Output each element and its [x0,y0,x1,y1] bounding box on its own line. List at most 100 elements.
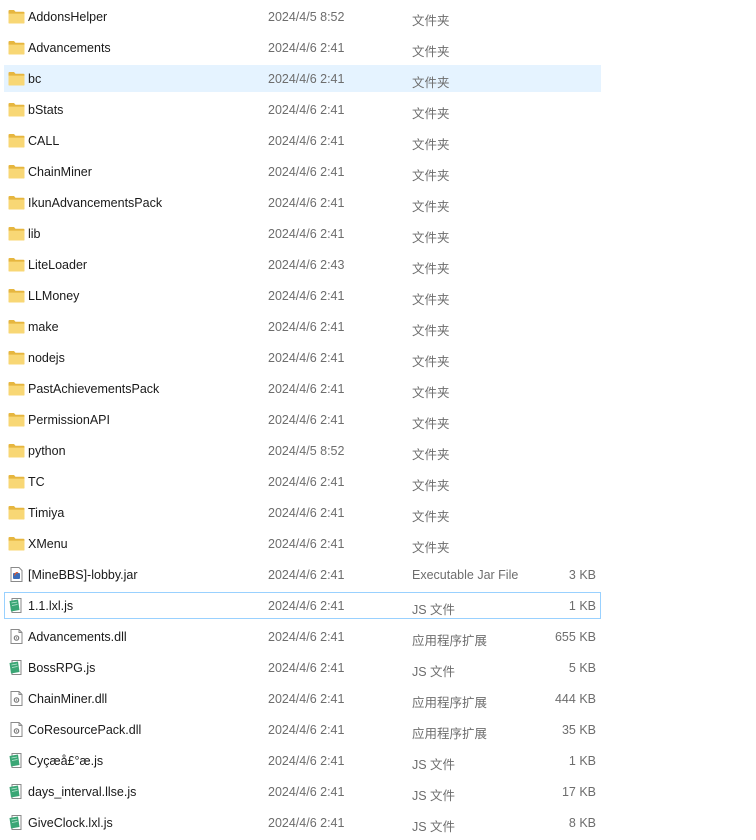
file-type: 文件夹 [412,138,450,152]
folder-icon [8,164,25,179]
file-row[interactable]: Advancements 2024/4/6 2:41 文件夹 [4,34,601,61]
file-type: JS 文件 [412,665,456,679]
file-type: JS 文件 [412,820,456,834]
file-row[interactable]: python 2024/4/5 8:52 文件夹 [4,437,601,464]
file-type: 文件夹 [412,386,450,400]
file-name: CALL [28,134,60,148]
file-row[interactable]: CALL 2024/4/6 2:41 文件夹 [4,127,601,154]
file-modified-date: 2024/4/6 2:41 [268,41,345,55]
file-row[interactable]: days_interval.llse.js 2024/4/6 2:41 JS 文件 1… [4,778,601,805]
file-row[interactable]: ChainMiner.dll 2024/4/6 2:41 应用程序扩展 444 KB [4,685,601,712]
file-modified-date: 2024/4/6 2:41 [268,568,345,582]
file-size: 8 KB [568,816,596,830]
file-type: 文件夹 [412,324,450,338]
file-name: Timiya [28,506,65,520]
file-type: 文件夹 [412,231,450,245]
folder-icon [8,102,25,117]
file-modified-date: 2024/4/6 2:41 [268,382,345,396]
file-type: JS 文件 [412,603,456,617]
js-file-icon [8,784,25,799]
file-name: GiveClock.lxl.js [28,816,113,830]
file-row[interactable]: Timiya 2024/4/6 2:41 文件夹 [4,499,601,526]
file-type: 文件夹 [412,510,450,524]
file-row[interactable]: Advancements.dll 2024/4/6 2:41 应用程序扩展 655 K… [4,623,601,650]
js-file-icon [8,753,25,768]
file-modified-date: 2024/4/6 2:41 [268,134,345,148]
file-name: LiteLoader [28,258,88,272]
file-modified-date: 2024/4/6 2:41 [268,103,345,117]
file-row[interactable]: XMenu 2024/4/6 2:41 文件夹 [4,530,601,557]
file-name: ChainMiner [28,165,92,179]
file-modified-date: 2024/4/6 2:41 [268,816,345,830]
file-name: BossRPG.js [28,661,96,675]
file-type: 文件夹 [412,355,450,369]
file-row[interactable]: lib 2024/4/6 2:41 文件夹 [4,220,601,247]
file-size: 5 KB [568,661,596,675]
file-type: 文件夹 [412,541,450,555]
file-name: XMenu [28,537,68,551]
file-modified-date: 2024/4/6 2:41 [268,723,345,737]
file-modified-date: 2024/4/6 2:41 [268,196,345,210]
file-row[interactable]: bc 2024/4/6 2:41 文件夹 [4,65,601,92]
folder-icon [8,226,25,241]
file-list: AddonsHelper 2024/4/5 8:52 文件夹 Advancements… [0,3,756,840]
folder-icon [8,474,25,489]
file-row[interactable]: AddonsHelper 2024/4/5 8:52 文件夹 [4,3,601,30]
file-row[interactable]: [MineBBS]-lobby.jar 2024/4/6 2:41 Executab… [4,561,601,588]
folder-icon [8,443,25,458]
js-file-icon [8,815,25,830]
file-row[interactable]: nodejs 2024/4/6 2:41 文件夹 [4,344,601,371]
folder-icon [8,412,25,427]
file-size: 1 KB [568,754,596,768]
file-modified-date: 2024/4/6 2:41 [268,351,345,365]
file-size: 1 KB [568,599,596,613]
dll-file-icon [8,629,25,644]
file-modified-date: 2024/4/5 8:52 [268,444,345,458]
folder-icon [8,133,25,148]
file-row[interactable]: 1.1.lxl.js 2024/4/6 2:41 JS 文件 1 KB [4,592,601,619]
file-name: bc [28,72,42,86]
file-modified-date: 2024/4/6 2:41 [268,785,345,799]
file-type: 文件夹 [412,107,450,121]
file-name: python [28,444,66,458]
file-row[interactable]: PastAchievementsPack 2024/4/6 2:41 文件夹 [4,375,601,402]
file-type: 文件夹 [412,14,450,28]
file-name: PastAchievementsPack [28,382,160,396]
file-name: bStats [28,103,64,117]
file-row[interactable]: GiveClock.lxl.js 2024/4/6 2:41 JS 文件 8 KB [4,809,601,836]
jar-file-icon [8,567,25,582]
file-type: 文件夹 [412,479,450,493]
file-type: 文件夹 [412,200,450,214]
file-row[interactable]: BossRPG.js 2024/4/6 2:41 JS 文件 5 KB [4,654,601,681]
file-modified-date: 2024/4/6 2:41 [268,506,345,520]
folder-icon [8,195,25,210]
file-modified-date: 2024/4/6 2:41 [268,692,345,706]
file-type: 文件夹 [412,448,450,462]
folder-icon [8,350,25,365]
file-size: 17 KB [561,785,596,799]
file-row[interactable]: TC 2024/4/6 2:41 文件夹 [4,468,601,495]
file-modified-date: 2024/4/6 2:41 [268,475,345,489]
file-row[interactable]: ChainMiner 2024/4/6 2:41 文件夹 [4,158,601,185]
file-row[interactable]: IkunAdvancementsPack 2024/4/6 2:41 文件夹 [4,189,601,216]
file-row[interactable]: LLMoney 2024/4/6 2:41 文件夹 [4,282,601,309]
file-row[interactable]: bStats 2024/4/6 2:41 文件夹 [4,96,601,123]
file-row[interactable]: CoResourcePack.dll 2024/4/6 2:41 应用程序扩展 35 … [4,716,601,743]
file-modified-date: 2024/4/6 2:41 [268,320,345,334]
dll-file-icon [8,722,25,737]
file-name: [MineBBS]-lobby.jar [28,568,138,582]
file-type: 应用程序扩展 [412,634,488,648]
file-name: Cyçæå£°æ.js [28,754,104,768]
file-row[interactable]: LiteLoader 2024/4/6 2:43 文件夹 [4,251,601,278]
file-type: 文件夹 [412,262,450,276]
file-row[interactable]: Cyçæå£°æ.js 2024/4/6 2:41 JS 文件 1 KB [4,747,601,774]
file-modified-date: 2024/4/6 2:41 [268,72,345,86]
file-row[interactable]: PermissionAPI 2024/4/6 2:41 文件夹 [4,406,601,433]
file-name: ChainMiner.dll [28,692,108,706]
folder-icon [8,257,25,272]
file-modified-date: 2024/4/6 2:41 [268,165,345,179]
file-row[interactable]: make 2024/4/6 2:41 文件夹 [4,313,601,340]
file-modified-date: 2024/4/6 2:43 [268,258,345,272]
file-type: 文件夹 [412,169,450,183]
file-name: AddonsHelper [28,10,108,24]
